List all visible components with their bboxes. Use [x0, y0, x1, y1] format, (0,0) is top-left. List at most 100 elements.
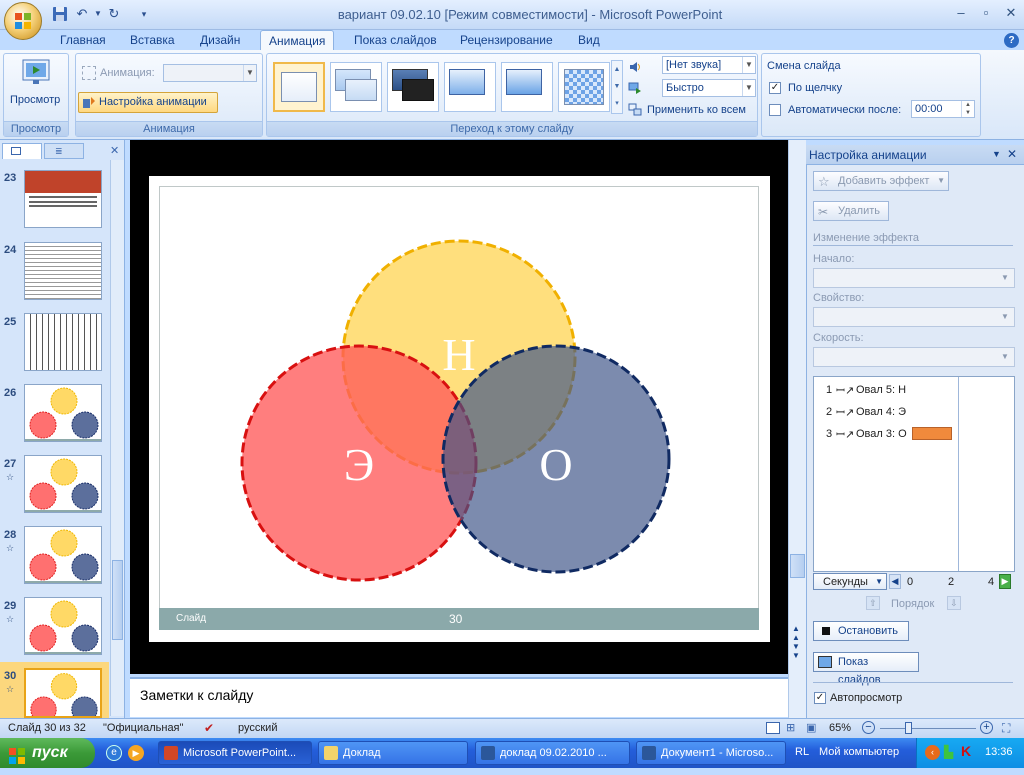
property-select[interactable]: ▼	[813, 307, 1015, 327]
apply-all-button[interactable]: Применить ко всем	[647, 104, 746, 116]
slide-scrollbar[interactable]: ▲ ▲ ▼ ▼	[788, 140, 806, 718]
language[interactable]: русский	[238, 722, 277, 734]
preview-button[interactable]: Просмотр	[10, 94, 60, 106]
tab-outline[interactable]: ≣	[44, 143, 84, 159]
order-up-icon[interactable]: ⇧	[866, 596, 880, 610]
save-icon[interactable]	[52, 6, 68, 22]
language-indicator[interactable]: RL	[795, 746, 809, 758]
stop-button[interactable]: Остановить	[813, 621, 909, 641]
media-player-icon[interactable]: ▶	[128, 745, 144, 761]
on-click-checkbox[interactable]: ✓	[769, 82, 781, 94]
auto-after-time-input[interactable]: 00:00 ▲ ▼	[911, 100, 975, 118]
remove-button[interactable]: ✂ Удалить	[813, 201, 889, 221]
effect-timing-bar[interactable]	[912, 427, 952, 440]
status-bar: Слайд 30 из 32 "Официальная" ✔ русский ⊞…	[0, 718, 1024, 738]
taskbar-item-powerpoint[interactable]: Microsoft PowerPoint...	[158, 741, 312, 765]
zoom-slider-thumb[interactable]	[905, 722, 912, 734]
slideshow-icon	[818, 656, 832, 668]
pane-menu-icon[interactable]: ▼	[992, 149, 1001, 159]
start-select[interactable]: ▼	[813, 268, 1015, 288]
slide[interactable]: Н Э О Слайд 30	[149, 176, 770, 642]
taskbar-item-folder[interactable]: Доклад	[318, 741, 468, 765]
sorter-view-icon[interactable]: ⊞	[786, 721, 795, 734]
slide-thumb-30[interactable]	[24, 668, 102, 718]
transition-dissolve[interactable]	[558, 62, 610, 112]
timeline-right-icon[interactable]: ▶	[999, 574, 1011, 589]
tray-expand-icon[interactable]: ‹	[925, 745, 940, 760]
animation-select[interactable]: ▼	[163, 64, 257, 82]
timeline-left-icon[interactable]: ◀	[889, 574, 901, 589]
order-down-icon[interactable]: ⇩	[947, 596, 961, 610]
effect-item[interactable]: 1 ꟷ↗ Овал 5: Н	[818, 381, 956, 399]
slide-thumb-27[interactable]	[24, 455, 102, 513]
property-label: Свойство:	[813, 292, 865, 304]
custom-animation-button[interactable]: Настройка анимации	[78, 92, 218, 113]
pane-close-icon[interactable]: ✕	[1007, 147, 1017, 161]
qat-customize-icon[interactable]: ▾	[136, 6, 152, 22]
restore-button[interactable]: ▫	[975, 4, 997, 22]
tray-network-icon[interactable]: ▙	[944, 745, 953, 759]
tab-slideshow[interactable]: Показ слайдов	[346, 30, 445, 51]
start-label: Начало:	[813, 253, 855, 265]
timeline-unit-select[interactable]: Секунды ▼	[813, 573, 887, 590]
effects-list[interactable]: 1 ꟷ↗ Овал 5: Н 2 ꟷ↗ Овал 4: Э 3 ꟷ↗ Овал …	[813, 376, 1015, 572]
slideshow-button[interactable]: Показ слайдов	[813, 652, 919, 686]
help-icon[interactable]: ?	[1004, 33, 1019, 48]
tab-animation[interactable]: Анимация	[260, 30, 335, 51]
tab-design[interactable]: Дизайн	[192, 30, 248, 51]
add-effect-button[interactable]: ☆ Добавить эффект ▼	[813, 171, 949, 191]
circle-o-label: О	[539, 439, 573, 490]
transition-gallery-scroll[interactable]: ▲ ▼ ▾	[611, 60, 623, 114]
start-button[interactable]: пуск	[0, 738, 95, 768]
preview-icon[interactable]	[20, 58, 52, 88]
autopreview-checkbox[interactable]: ✓	[814, 692, 826, 704]
undo-icon[interactable]: ↶	[74, 6, 90, 22]
tab-home[interactable]: Главная	[52, 30, 114, 51]
zoom-out-icon[interactable]: −	[862, 721, 875, 734]
notes-pane[interactable]: Заметки к слайду	[130, 677, 788, 717]
slide-thumb-23[interactable]	[24, 170, 102, 228]
tab-review[interactable]: Рецензирование	[452, 30, 561, 51]
tray-antivirus-icon[interactable]: K	[961, 743, 971, 759]
effect-item[interactable]: 3 ꟷ↗ Овал 3: О	[818, 425, 1008, 443]
taskbar-item-word-doc[interactable]: доклад 09.02.2010 ...	[475, 741, 630, 765]
theme-name[interactable]: "Официальная"	[103, 722, 183, 734]
close-button[interactable]: ✕	[1000, 4, 1022, 22]
auto-after-checkbox[interactable]	[769, 104, 781, 116]
slide-thumb-25[interactable]	[24, 313, 102, 371]
my-computer-toolbar[interactable]: Мой компьютер	[819, 746, 899, 758]
taskbar-item-word-doc1[interactable]: Документ1 - Microso...	[636, 741, 786, 765]
tab-view[interactable]: Вид	[570, 30, 608, 51]
slides-scrollbar[interactable]	[110, 160, 124, 716]
normal-view-icon[interactable]	[766, 722, 780, 734]
slide-thumb-26[interactable]	[24, 384, 102, 442]
slide-thumb-24[interactable]	[24, 242, 102, 300]
undo-dropdown-icon[interactable]: ▼	[90, 6, 106, 22]
tab-insert[interactable]: Вставка	[122, 30, 183, 51]
redo-icon[interactable]: ↻	[106, 6, 122, 22]
transition-fade-black[interactable]	[387, 62, 439, 112]
panel-close-icon[interactable]: ✕	[110, 144, 119, 157]
slide-thumb-28[interactable]	[24, 526, 102, 584]
zoom-slider[interactable]	[880, 728, 976, 729]
transition-cut-black[interactable]	[501, 62, 553, 112]
zoom-in-icon[interactable]: +	[980, 721, 993, 734]
slide-thumb-29[interactable]	[24, 597, 102, 655]
slide-number: 25	[4, 316, 17, 328]
slideshow-view-icon[interactable]: ▣	[806, 721, 816, 734]
speed-select[interactable]: Быстро ▼	[662, 79, 756, 97]
transition-none[interactable]	[273, 62, 325, 112]
effect-item[interactable]: 2 ꟷ↗ Овал 4: Э	[818, 403, 956, 421]
spellcheck-icon[interactable]: ✔	[204, 721, 214, 735]
sound-select[interactable]: [Нет звука] ▼	[662, 56, 756, 74]
transition-cut[interactable]	[444, 62, 496, 112]
office-button[interactable]	[4, 2, 42, 40]
slide-number: 27	[4, 458, 17, 470]
transition-fade[interactable]	[330, 62, 382, 112]
minimize-button[interactable]: –	[950, 4, 972, 22]
zoom-level[interactable]: 65%	[829, 722, 851, 734]
ie-icon[interactable]: e	[106, 745, 122, 761]
speed-select-pane[interactable]: ▼	[813, 347, 1015, 367]
tab-slides[interactable]	[2, 143, 42, 159]
fit-window-icon[interactable]: ⛶	[1002, 721, 1010, 736]
